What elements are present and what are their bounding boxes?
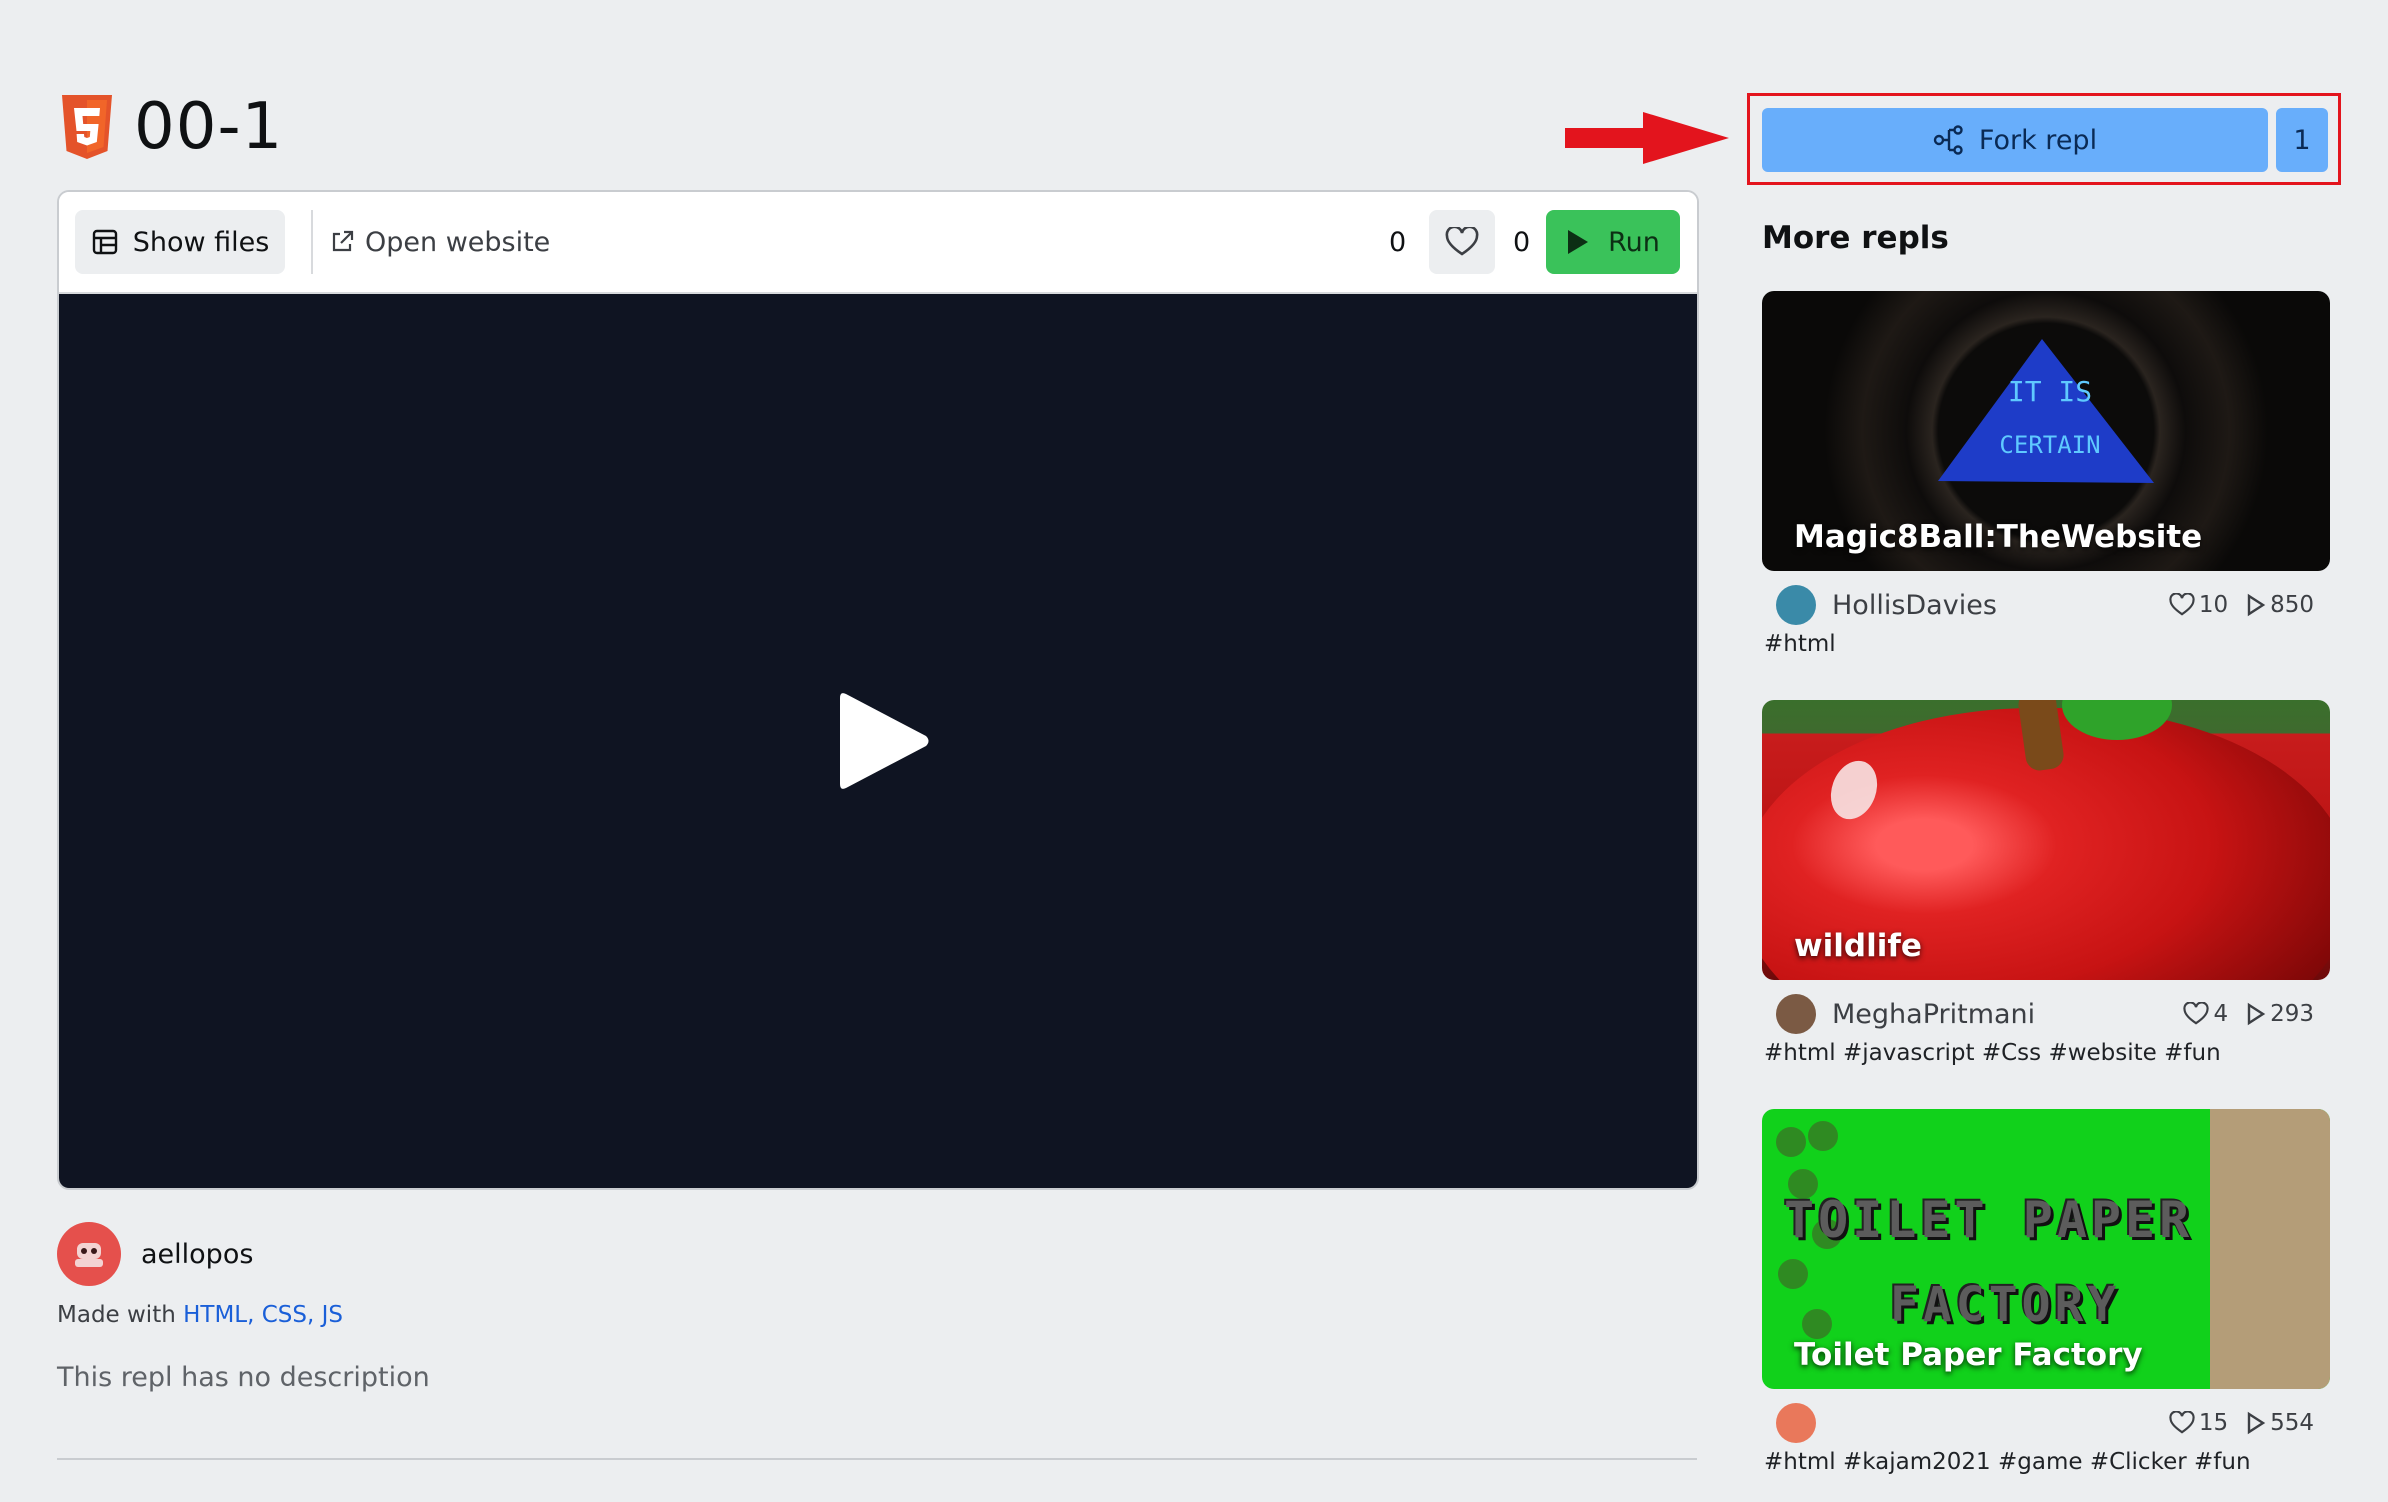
thumb-text: FACTORY <box>1890 1277 2121 1333</box>
made-with-prefix: Made with <box>57 1302 176 1328</box>
repl-card[interactable]: wildlife MeghaPritmani 4 293 #html #java… <box>1762 700 2330 1066</box>
repl-card-meta: MeghaPritmani 4 293 <box>1762 992 2330 1036</box>
repl-card[interactable]: TOILET PAPER FACTORY Toilet Paper Factor… <box>1762 1109 2330 1475</box>
magic-8-ball-triangle: IT IS CERTAIN <box>1938 339 2154 483</box>
repl-card-username[interactable]: HollisDavies <box>1832 590 1997 621</box>
file-tree-icon <box>92 229 117 255</box>
likes-stat: 15 <box>2169 1410 2228 1436</box>
annotation-highlight-box <box>1747 93 2341 185</box>
play-outline-icon <box>2247 1002 2266 1026</box>
html5-icon <box>62 95 112 159</box>
toolbar-divider <box>311 210 313 274</box>
tree-decoration <box>1778 1259 1808 1289</box>
show-files-label: Show files <box>132 226 270 258</box>
avatar[interactable] <box>1776 994 1816 1034</box>
tree-decoration <box>1802 1309 1832 1339</box>
author-name[interactable]: aellopos <box>141 1239 253 1270</box>
open-website-link[interactable]: Open website <box>329 210 550 274</box>
arrow-annotation <box>1565 112 1729 164</box>
repl-card-title: wildlife <box>1794 928 1922 964</box>
play-icon[interactable] <box>836 688 932 794</box>
heart-icon <box>2183 1002 2210 1025</box>
repl-card-title: Magic8Ball:TheWebsite <box>1794 519 2203 555</box>
left-counter: 0 <box>1389 226 1407 258</box>
play-outline-icon <box>2247 593 2266 617</box>
repl-thumbnail[interactable]: TOILET PAPER FACTORY Toilet Paper Factor… <box>1762 1109 2330 1389</box>
repl-card-username[interactable]: MeghaPritmani <box>1832 999 2035 1030</box>
external-link-icon <box>332 230 354 252</box>
likes-count: 15 <box>2198 1410 2229 1436</box>
author-row: aellopos <box>57 1222 253 1286</box>
repl-card-tags[interactable]: #html <box>1764 631 2330 657</box>
heart-icon <box>1445 227 1479 256</box>
runs-stat: 554 <box>2246 1410 2314 1436</box>
more-repls-title: More repls <box>1762 220 1949 256</box>
likes-stat: 4 <box>2183 1001 2228 1027</box>
repl-thumbnail[interactable]: IT IS CERTAIN Magic8Ball:TheWebsite <box>1762 291 2330 571</box>
repl-card-meta: 15 554 <box>1762 1401 2330 1445</box>
repl-toolbar: Show files Open website 0 0 Run <box>59 192 1697 294</box>
runs-stat: 850 <box>2246 592 2314 618</box>
runs-stat: 293 <box>2246 1001 2314 1027</box>
repl-card-tags[interactable]: #html #kajam2021 #game #Clicker #fun <box>1764 1449 2330 1475</box>
heart-icon <box>2169 593 2195 616</box>
like-button[interactable] <box>1429 210 1495 274</box>
runs-count: 850 <box>2270 592 2314 618</box>
tree-decoration <box>1776 1127 1806 1157</box>
likes-count: 4 <box>2213 1001 2229 1027</box>
repl-card-stats: 10 850 <box>2169 583 2314 627</box>
tree-decoration <box>1808 1121 1838 1151</box>
repl-card-tags[interactable]: #html #javascript #Css #website #fun <box>1764 1040 2330 1066</box>
thumb-text: TOILET PAPER <box>1784 1191 2194 1249</box>
runs-count: 293 <box>2270 1001 2314 1027</box>
made-with-languages[interactable]: HTML, CSS, JS <box>183 1302 343 1328</box>
repl-card-stats: 15 554 <box>2169 1401 2314 1445</box>
divider <box>57 1458 1697 1460</box>
thumb-text: IT IS <box>2008 375 2092 408</box>
run-label: Run <box>1608 226 1660 258</box>
made-with: Made with HTML, CSS, JS <box>57 1302 343 1328</box>
avatar-robot-icon <box>75 1243 103 1267</box>
thumb-side-panel <box>2210 1109 2330 1389</box>
run-button[interactable]: Run <box>1546 210 1680 274</box>
show-files-button[interactable]: Show files <box>75 210 285 274</box>
repl-card[interactable]: IT IS CERTAIN Magic8Ball:TheWebsite Holl… <box>1762 291 2330 657</box>
repl-description: This repl has no description <box>57 1362 430 1393</box>
page-title: 00-1 <box>134 90 284 164</box>
repl-panel: Show files Open website 0 0 Run <box>57 190 1699 1190</box>
title-row: 00-1 <box>58 90 283 164</box>
repl-card-stats: 4 293 <box>2183 992 2314 1036</box>
repl-thumbnail[interactable]: wildlife <box>1762 700 2330 980</box>
like-counter: 0 <box>1513 226 1531 258</box>
avatar[interactable] <box>57 1222 121 1286</box>
likes-count: 10 <box>2198 592 2229 618</box>
thumb-text: CERTAIN <box>1999 431 2100 459</box>
open-website-label: Open website <box>365 226 551 258</box>
runs-count: 554 <box>2270 1410 2314 1436</box>
heart-icon <box>2169 1411 2195 1434</box>
play-icon <box>1568 230 1589 254</box>
avatar[interactable] <box>1776 585 1816 625</box>
repl-card-meta: HollisDavies 10 850 <box>1762 583 2330 627</box>
avatar[interactable] <box>1776 1403 1816 1443</box>
play-outline-icon <box>2247 1411 2266 1435</box>
preview-area[interactable] <box>59 294 1697 1188</box>
likes-stat: 10 <box>2169 592 2228 618</box>
repl-card-title: Toilet Paper Factory <box>1794 1337 2143 1373</box>
